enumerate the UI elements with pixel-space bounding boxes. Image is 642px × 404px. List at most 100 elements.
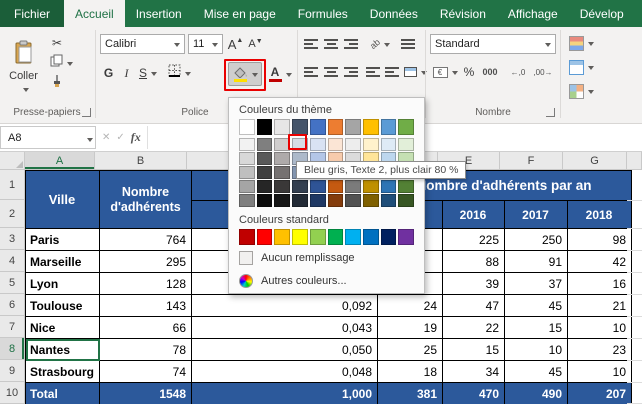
cell-E3[interactable]: 225 — [443, 229, 505, 251]
cell-A7[interactable]: Nice — [26, 317, 100, 339]
align-left-button[interactable] — [302, 63, 320, 81]
theme-color-swatch[interactable] — [363, 119, 379, 135]
cell-E8[interactable]: 15 — [443, 339, 505, 361]
row-header-4[interactable]: 4 — [0, 250, 25, 272]
theme-variant-swatch[interactable] — [257, 194, 273, 207]
cell-B9[interactable]: 74 — [100, 361, 192, 383]
theme-color-swatch[interactable] — [398, 119, 414, 135]
column-header-H-partial[interactable] — [627, 152, 642, 170]
row-header-3[interactable]: 3 — [0, 228, 25, 250]
cell-F6[interactable]: 45 — [505, 295, 568, 317]
cell-styles-button[interactable] — [566, 81, 596, 101]
standard-color-swatch[interactable] — [328, 229, 344, 245]
number-format-combo[interactable]: Standard — [430, 34, 556, 54]
cell-A5[interactable]: Lyon — [26, 273, 100, 295]
number-dialog-launcher[interactable] — [546, 108, 555, 117]
no-fill-menu-item[interactable]: Aucun remplissage — [229, 247, 424, 268]
row-header-7[interactable]: 7 — [0, 316, 25, 338]
theme-variant-swatch[interactable] — [292, 180, 308, 193]
cell-D8[interactable]: 25 — [378, 339, 443, 361]
cell-D9[interactable]: 18 — [378, 361, 443, 383]
tab-accueil[interactable]: Accueil — [64, 0, 125, 27]
cancel-icon[interactable]: ✕ — [102, 132, 110, 143]
align-right-button[interactable] — [342, 63, 360, 81]
cell-D7[interactable]: 19 — [378, 317, 443, 339]
theme-color-swatch[interactable] — [345, 119, 361, 135]
accounting-format-button[interactable]: € — [431, 62, 459, 82]
grow-font-button[interactable]: A▲ — [226, 34, 245, 54]
theme-variant-swatch[interactable] — [345, 138, 361, 151]
row-header-1[interactable]: 1 — [0, 170, 25, 200]
cell-B3[interactable]: 764 — [100, 229, 192, 251]
align-bottom-button[interactable] — [342, 35, 360, 53]
theme-color-swatch[interactable] — [274, 119, 290, 135]
row-header-2[interactable]: 2 — [0, 200, 25, 228]
cell-C10[interactable]: 1,000 — [192, 383, 378, 404]
increase-decimal-button[interactable]: ←,0 — [506, 62, 530, 82]
table-header-members[interactable]: Nombre d'adhérents — [100, 171, 192, 229]
theme-variant-swatch[interactable] — [274, 152, 290, 165]
tab-revision[interactable]: Révision — [429, 0, 497, 27]
cell-E10[interactable]: 470 — [443, 383, 505, 404]
theme-variant-swatch[interactable] — [310, 194, 326, 207]
theme-variant-swatch[interactable] — [257, 138, 273, 151]
row-header-9[interactable]: 9 — [0, 360, 25, 382]
cell-A3[interactable]: Paris — [26, 229, 100, 251]
row-header-6[interactable]: 6 — [0, 294, 25, 316]
underline-button[interactable]: S — [136, 62, 160, 84]
cell-E6[interactable]: 47 — [443, 295, 505, 317]
cell-A4[interactable]: Marseille — [26, 251, 100, 273]
cell-B10[interactable]: 1548 — [100, 383, 192, 404]
cell-E7[interactable]: 22 — [443, 317, 505, 339]
theme-variant-swatch[interactable] — [345, 194, 361, 207]
cell-A10[interactable]: Total — [26, 383, 100, 404]
theme-color-swatch[interactable] — [257, 119, 273, 135]
theme-color-swatch[interactable] — [328, 119, 344, 135]
theme-variant-swatch[interactable] — [274, 194, 290, 207]
select-all-corner[interactable] — [0, 152, 25, 170]
cell-F9[interactable]: 45 — [505, 361, 568, 383]
decrease-decimal-button[interactable]: ,00→ — [531, 62, 555, 82]
cell-G10[interactable]: 207 — [568, 383, 632, 404]
cell-B4[interactable]: 295 — [100, 251, 192, 273]
cell-E4[interactable]: 88 — [443, 251, 505, 273]
tab-insertion[interactable]: Insertion — [125, 0, 193, 27]
name-box[interactable]: A8 — [0, 126, 96, 149]
table-header-2017[interactable]: 2017 — [505, 201, 568, 229]
shrink-font-button[interactable]: A▼ — [246, 34, 265, 54]
theme-variant-swatch[interactable] — [274, 166, 290, 179]
cell-D10[interactable]: 381 — [378, 383, 443, 404]
theme-variant-swatch[interactable] — [239, 152, 255, 165]
copy-button[interactable] — [47, 55, 75, 71]
theme-variant-swatch[interactable] — [239, 180, 255, 193]
italic-button[interactable]: I — [118, 62, 135, 84]
theme-variant-swatch[interactable] — [363, 194, 379, 207]
standard-color-swatch[interactable] — [363, 229, 379, 245]
cell-B6[interactable]: 143 — [100, 295, 192, 317]
cell-C6[interactable]: 0,092 — [192, 295, 378, 317]
cell-F5[interactable]: 37 — [505, 273, 568, 295]
cell-C9[interactable]: 0,048 — [192, 361, 378, 383]
cell-F7[interactable]: 15 — [505, 317, 568, 339]
standard-color-swatch[interactable] — [292, 229, 308, 245]
table-header-2018[interactable]: 2018 — [568, 201, 632, 229]
standard-color-swatch[interactable] — [239, 229, 255, 245]
cell-B7[interactable]: 66 — [100, 317, 192, 339]
font-name-combo[interactable]: Calibri — [100, 34, 185, 54]
tab-mise-en-page[interactable]: Mise en page — [193, 0, 287, 27]
format-painter-button[interactable] — [47, 75, 67, 91]
tab-donnees[interactable]: Données — [359, 0, 429, 27]
cell-E9[interactable]: 34 — [443, 361, 505, 383]
cell-G3[interactable]: 98 — [568, 229, 632, 251]
cell-A9[interactable]: Strasbourg — [26, 361, 100, 383]
tab-formules[interactable]: Formules — [287, 0, 359, 27]
column-header-A[interactable]: A — [25, 152, 95, 170]
cell-G9[interactable]: 10 — [568, 361, 632, 383]
cell-C7[interactable]: 0,043 — [192, 317, 378, 339]
theme-variant-swatch[interactable] — [398, 194, 414, 207]
theme-variant-swatch[interactable] — [239, 194, 255, 207]
theme-color-swatch[interactable] — [381, 119, 397, 135]
cell-G7[interactable]: 10 — [568, 317, 632, 339]
cell-B5[interactable]: 128 — [100, 273, 192, 295]
theme-variant-swatch[interactable] — [239, 138, 255, 151]
